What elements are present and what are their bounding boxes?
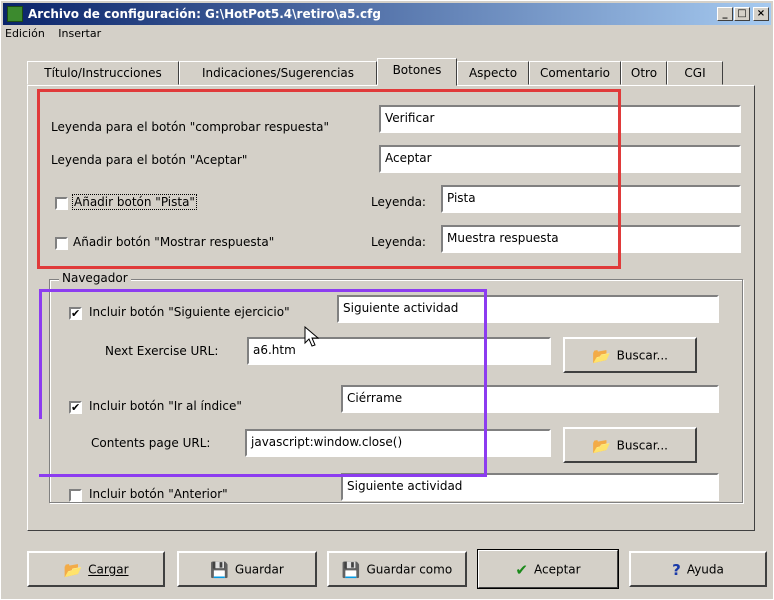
accept-button-label: Leyenda para el botón "Aceptar"	[51, 153, 248, 167]
show-legend-label: Leyenda:	[371, 235, 426, 249]
show-answer-checkbox[interactable]	[55, 237, 68, 250]
show-answer-checkbox-label[interactable]: Añadir botón "Mostrar respuesta"	[73, 235, 274, 249]
menu-bar: Edición Insertar	[5, 27, 111, 45]
index-checkbox-label[interactable]: Incluir botón "Ir al índice"	[89, 399, 242, 413]
help-button-label: Ayuda	[686, 562, 724, 577]
help-button[interactable]: ? Ayuda	[629, 551, 767, 587]
folder-open-icon: 📂	[591, 436, 611, 455]
question-mark-icon: ?	[672, 560, 681, 579]
save-as-button-label: Guardar como	[366, 562, 453, 577]
ok-button[interactable]: ✔ Aceptar	[477, 549, 619, 589]
browse-next-label: Buscar...	[616, 348, 668, 363]
load-button-label: Cargar	[88, 562, 129, 577]
menu-insertar[interactable]: Insertar	[58, 27, 101, 40]
tab-aspecto[interactable]: Aspecto	[457, 61, 529, 85]
hint-legend-field[interactable]: Pista	[441, 185, 741, 213]
window-title: Archivo de configuración: G:\HotPot5.4\r…	[28, 7, 381, 21]
browse-next-button[interactable]: 📂 Buscar...	[563, 337, 697, 373]
previous-checkbox[interactable]	[69, 489, 82, 502]
tab-cgi[interactable]: CGI	[667, 61, 723, 85]
save-button-label: Guardar	[234, 562, 284, 577]
contents-url-field[interactable]: javascript:window.close()	[245, 429, 551, 457]
tab-titulo-instrucciones[interactable]: Título/Instrucciones	[27, 61, 179, 85]
index-checkbox[interactable]: ✔	[69, 401, 82, 414]
browse-contents-button[interactable]: 📂 Buscar...	[563, 427, 697, 463]
ok-button-label: Aceptar	[533, 562, 581, 577]
index-caption-field[interactable]: Ciérrame	[341, 385, 719, 413]
floppy-disks-icon: 💾	[341, 560, 361, 579]
tab-comentario[interactable]: Comentario	[529, 61, 621, 85]
accept-button-field[interactable]: Aceptar	[379, 145, 741, 173]
minimize-button[interactable]: _	[717, 7, 733, 21]
save-button[interactable]: 💾 Guardar	[177, 551, 317, 587]
menu-edicion[interactable]: Edición	[5, 27, 45, 40]
close-button[interactable]: ×	[753, 7, 769, 21]
floppy-disk-icon: 💾	[210, 560, 229, 579]
navigator-group-title: Navegador	[59, 271, 131, 285]
save-as-button[interactable]: 💾 Guardar como	[327, 551, 467, 587]
mouse-pointer-icon	[304, 326, 320, 347]
folder-open-icon: 📂	[591, 346, 611, 365]
next-url-label: Next Exercise URL:	[105, 344, 219, 358]
checkmark-icon: ✔	[515, 560, 528, 579]
check-button-field[interactable]: Verificar	[379, 105, 741, 133]
tab-otro[interactable]: Otro	[621, 61, 667, 85]
load-button[interactable]: 📂 Cargar	[27, 551, 165, 587]
check-button-label: Leyenda para el botón "comprobar respues…	[51, 120, 329, 134]
tab-botones[interactable]: Botones	[377, 58, 457, 86]
previous-caption-field[interactable]: Siguiente actividad	[341, 473, 719, 501]
title-bar[interactable]: Archivo de configuración: G:\HotPot5.4\r…	[3, 3, 771, 25]
next-exercise-checkbox[interactable]: ✔	[69, 307, 82, 320]
hint-checkbox[interactable]	[55, 197, 68, 210]
tab-indicaciones[interactable]: Indicaciones/Sugerencias	[179, 61, 377, 85]
next-url-field[interactable]: a6.htm	[247, 337, 551, 365]
config-window: Archivo de configuración: G:\HotPot5.4\r…	[0, 0, 774, 600]
hint-legend-label: Leyenda:	[371, 195, 426, 209]
next-exercise-caption-field[interactable]: Siguiente actividad	[337, 295, 719, 323]
hint-checkbox-label[interactable]: Añadir botón "Pista"	[72, 194, 197, 210]
previous-checkbox-label[interactable]: Incluir botón "Anterior"	[89, 487, 228, 501]
folder-open-icon: 📂	[63, 560, 83, 579]
show-legend-field[interactable]: Muestra respuesta	[441, 225, 741, 253]
app-icon	[7, 6, 23, 22]
browse-contents-label: Buscar...	[616, 438, 668, 453]
next-exercise-checkbox-label[interactable]: Incluir botón "Siguiente ejercicio"	[89, 305, 290, 319]
contents-url-label: Contents page URL:	[91, 436, 211, 450]
maximize-button[interactable]: □	[734, 7, 750, 21]
